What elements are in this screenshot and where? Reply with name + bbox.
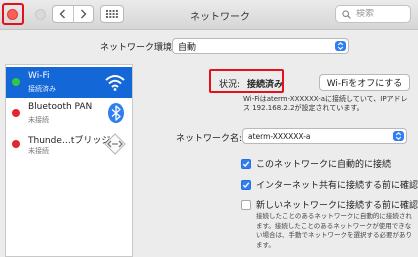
service-name: Wi-Fi <box>28 71 50 81</box>
ask-before-hotspot-checkbox[interactable]: インターネット共有に接続する前に確認 <box>241 178 418 191</box>
service-item-thunderbolt-bridge[interactable]: Thunde…tブリッジ 未接続 <box>6 129 132 160</box>
back-button[interactable] <box>53 6 73 22</box>
network-name-select[interactable]: aterm-XXXXXX-a <box>242 128 407 144</box>
status-dot <box>12 78 20 86</box>
checkbox-box <box>241 199 251 210</box>
bluetooth-icon <box>106 102 126 127</box>
network-name-label: ネットワーク名: <box>176 134 243 144</box>
service-list: Wi-Fi 接続済み Bluetooth PAN 未接続 Thunde…tブリッ… <box>5 64 133 257</box>
service-name: Bluetooth PAN <box>28 102 93 112</box>
status-dot <box>12 109 20 117</box>
chevron-right-icon <box>80 9 87 19</box>
popup-arrows-icon <box>335 41 346 51</box>
service-item-wifi[interactable]: Wi-Fi 接続済み <box>6 67 132 98</box>
service-status: 未接続 <box>28 147 49 155</box>
checkmark-icon <box>241 179 251 190</box>
auto-join-checkbox[interactable]: このネットワークに自動的に接続 <box>241 157 391 170</box>
search-input[interactable] <box>356 9 408 19</box>
show-all-button[interactable] <box>100 5 124 23</box>
search-icon <box>342 9 351 19</box>
service-status: 接続済み <box>28 85 56 93</box>
close-button-highlight <box>2 3 24 25</box>
environment-value: 自動 <box>178 42 197 53</box>
thunderbolt-bridge-icon <box>104 133 126 158</box>
navigation-buttons <box>52 5 94 23</box>
grid-icon <box>106 10 118 18</box>
service-item-bluetooth-pan[interactable]: Bluetooth PAN 未接続 <box>6 98 132 129</box>
wifi-icon <box>104 71 126 96</box>
service-name: Thunde…tブリッジ <box>28 136 111 146</box>
environment-select[interactable]: 自動 <box>172 38 349 54</box>
status-dot <box>12 140 20 148</box>
minimize-button[interactable] <box>35 9 46 20</box>
ask-to-join-note: 接続したことのあるネットワークに自動的に接続されます。接続したことのあるネットワ… <box>256 212 412 249</box>
network-name-value: aterm-XXXXXX-a <box>248 131 311 141</box>
checkbox-label: 新しいネットワークに接続する前に確認 <box>256 201 418 211</box>
wifi-off-button[interactable]: Wi-Fiをオフにする <box>319 74 410 91</box>
forward-button[interactable] <box>72 6 94 22</box>
search-field[interactable] <box>335 5 411 23</box>
status-highlight <box>209 69 284 93</box>
service-status: 未接続 <box>28 116 49 124</box>
title-bar: ネットワーク <box>0 0 418 30</box>
environment-label: ネットワーク環境: <box>100 43 176 53</box>
chevron-left-icon <box>59 9 66 19</box>
window-title: ネットワーク <box>190 12 250 23</box>
popup-arrows-icon <box>393 131 404 141</box>
ask-to-join-networks-checkbox[interactable]: 新しいネットワークに接続する前に確認 <box>241 198 418 211</box>
checkbox-label: このネットワークに自動的に接続 <box>256 160 392 170</box>
checkmark-icon <box>241 158 251 169</box>
connection-description: Wi-Fiはaterm-XXXXXX-aに接続していて、IPアドレス 192.1… <box>243 95 408 112</box>
checkbox-label: インターネット共有に接続する前に確認 <box>256 181 418 191</box>
